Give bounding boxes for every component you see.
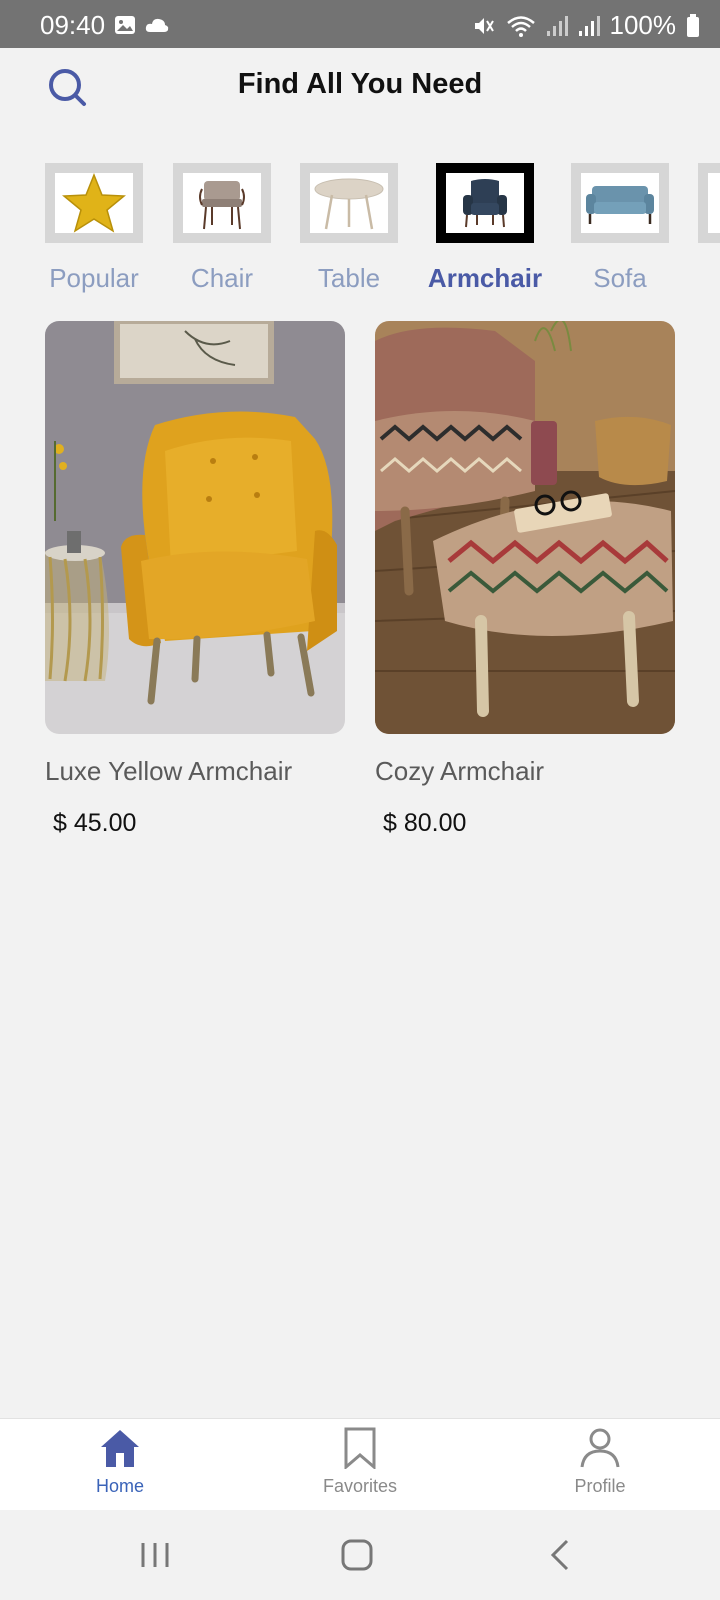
bookmark-icon	[344, 1427, 376, 1471]
page-title: Find All You Need	[237, 68, 483, 100]
signal-icon	[578, 15, 600, 36]
category-label: Table	[317, 263, 381, 293]
category-label: Sofa	[593, 263, 647, 293]
category-armchair[interactable]: Armchair	[428, 163, 542, 294]
product-price: $ 80.00	[383, 809, 467, 837]
category-list[interactable]: Popular Chair Table Armchair Sofa	[45, 163, 720, 303]
back-icon	[550, 1539, 569, 1571]
nav-favorites[interactable]: Favorites	[280, 1427, 440, 1497]
chair-image	[199, 181, 245, 230]
home-square-icon	[341, 1539, 373, 1571]
product-name: Cozy Armchair	[375, 756, 545, 786]
nav-label: Home	[95, 1476, 144, 1496]
battery-percent: 100%	[609, 10, 677, 40]
sofa-image	[586, 186, 654, 224]
cloud-icon	[145, 18, 169, 32]
nav-label: Profile	[574, 1476, 626, 1496]
product-card[interactable]: Luxe Yellow Armchair $ 45.00	[45, 321, 345, 838]
category-popular[interactable]: Popular	[45, 163, 143, 294]
back-button[interactable]	[530, 1532, 590, 1578]
wifi-icon	[506, 15, 535, 37]
battery-icon	[687, 13, 699, 37]
category-partial[interactable]	[698, 163, 720, 263]
star-image	[62, 173, 126, 233]
nav-label: Favorites	[322, 1476, 398, 1496]
table-image	[314, 178, 384, 230]
home-system-button[interactable]	[327, 1532, 387, 1578]
product-name: Luxe Yellow Armchair	[45, 756, 293, 786]
signal-icon	[546, 15, 568, 36]
product-card[interactable]: Cozy Armchair $ 80.00	[375, 321, 675, 838]
category-chair[interactable]: Chair	[173, 163, 271, 294]
person-icon	[580, 1428, 620, 1468]
category-label: Chair	[190, 263, 254, 293]
system-nav-bar	[0, 1510, 720, 1600]
patterned-armchair-photo	[375, 321, 675, 734]
recents-button[interactable]	[125, 1532, 185, 1578]
mute-icon	[474, 17, 494, 34]
recents-icon	[141, 1543, 169, 1567]
yellow-armchair-photo	[45, 321, 345, 734]
category-label: Armchair	[427, 263, 543, 293]
product-price: $ 45.00	[53, 809, 137, 837]
armchair-image	[463, 179, 507, 228]
category-label: Popular	[49, 263, 139, 293]
status-time: 09:40	[40, 10, 106, 40]
nav-profile[interactable]: Profile	[520, 1427, 680, 1497]
bottom-nav: Home Favorites Profile	[0, 1418, 720, 1510]
category-table[interactable]: Table	[300, 163, 398, 294]
home-icon	[101, 1430, 139, 1467]
category-sofa[interactable]: Sofa	[571, 163, 669, 294]
gallery-icon	[115, 16, 135, 34]
nav-home[interactable]: Home	[40, 1427, 200, 1497]
status-bar: 09:40 100%	[0, 0, 720, 48]
